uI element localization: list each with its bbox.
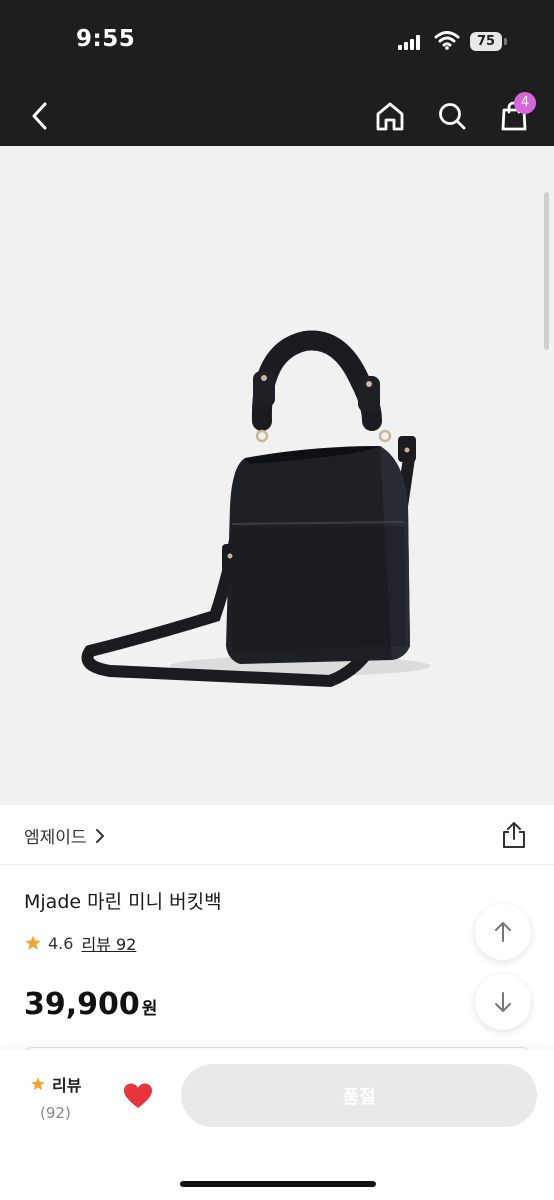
price-unit: 원 [141, 999, 158, 1019]
review-link[interactable]: 리뷰 92 [81, 931, 136, 955]
search-button[interactable] [432, 96, 472, 136]
image-scrollbar[interactable] [544, 192, 549, 350]
star-icon [31, 1077, 45, 1090]
review-count: (92) [40, 1104, 71, 1122]
app-header [0, 84, 554, 146]
soldout-button[interactable]: 품절 [181, 1064, 537, 1127]
scroll-down-button[interactable] [475, 974, 531, 1030]
wishlist-button[interactable] [120, 1078, 156, 1114]
heart-icon [124, 1083, 152, 1108]
brand-row: 엠제이드 [0, 805, 554, 865]
home-button[interactable] [370, 96, 410, 136]
share-icon [503, 822, 525, 848]
star-icon [25, 935, 41, 950]
review-summary-label: 리뷰 [30, 1072, 90, 1096]
rating-row: 4.6 리뷰 92 [24, 931, 136, 955]
wifi-icon [434, 30, 460, 50]
bucket-bag-illustration [81, 330, 430, 688]
price-value: 39,900 [24, 987, 140, 1022]
price: 39,900 원 [24, 987, 157, 1022]
back-button[interactable] [20, 96, 60, 136]
product-image[interactable] [0, 146, 554, 805]
battery-icon: 75 [470, 32, 502, 51]
arrow-down-icon [495, 992, 511, 1012]
battery-tip [504, 38, 507, 45]
arrow-up-icon [495, 922, 511, 942]
brand-link[interactable]: 엠제이드 [24, 823, 105, 848]
product-name: Mjade 마린 미니 버킷백 [24, 891, 222, 913]
share-button[interactable] [498, 819, 530, 851]
review-summary[interactable]: 리뷰 (92) [30, 1072, 90, 1122]
bottom-action-bar: 리뷰 (92) 품절 [0, 1050, 554, 1200]
home-indicator [180, 1181, 376, 1187]
status-time: 9:55 [76, 26, 136, 52]
scroll-up-button[interactable] [475, 904, 531, 960]
chevron-left-icon [32, 102, 47, 130]
status-bar: 9:55 75 [0, 0, 554, 84]
signal-icon [398, 34, 424, 50]
search-icon [439, 103, 466, 130]
review-label-text: 리뷰 [52, 1076, 82, 1095]
cart-count-badge: 4 [514, 92, 536, 114]
chevron-right-icon [95, 828, 104, 843]
home-icon [376, 102, 404, 131]
brand-name: 엠제이드 [24, 828, 87, 848]
rating-value: 4.6 [48, 933, 74, 953]
